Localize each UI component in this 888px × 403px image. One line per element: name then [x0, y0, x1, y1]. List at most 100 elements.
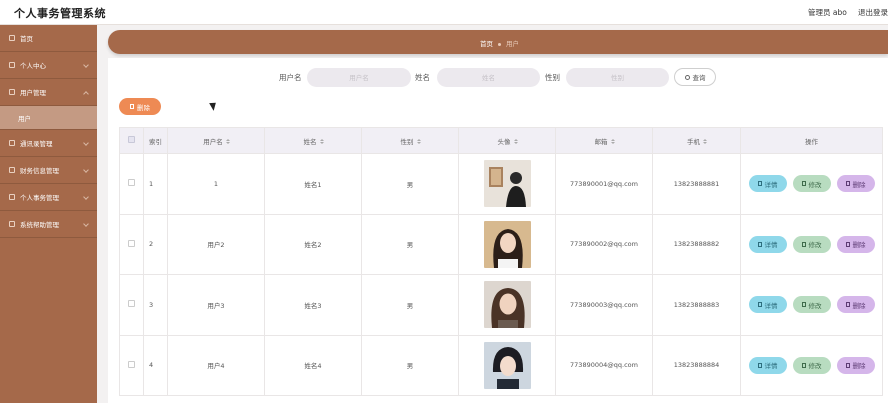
header-email-label: 邮箱 — [594, 137, 608, 146]
sidebar-item-home[interactable]: 首页 — [0, 25, 97, 52]
header-phone-label: 手机 — [687, 137, 700, 146]
sort-icon — [319, 139, 324, 144]
row-email: 773890004@qq.com — [555, 334, 653, 396]
row-checkbox[interactable] — [128, 179, 135, 187]
sidebar-item-affairs[interactable]: 个人事务管理 — [0, 184, 97, 211]
breadcrumb: 首页 用户 — [480, 38, 519, 48]
edit-label: 修改 — [808, 301, 822, 310]
select-all-checkbox[interactable] — [128, 136, 135, 143]
detail-button[interactable]: 详情 — [748, 175, 787, 193]
detail-label: 详情 — [764, 180, 778, 189]
avatar-image[interactable] — [483, 220, 531, 268]
table-row: 2 用户2 姓名2 男 773890002@qq.com 13823888882… — [119, 213, 883, 275]
query-button[interactable]: 查询 — [674, 68, 716, 86]
user-icon — [9, 62, 15, 68]
help-icon — [9, 221, 15, 227]
row-gender: 男 — [361, 274, 459, 336]
trash-icon — [845, 181, 850, 187]
row-phone: 13823888883 — [652, 274, 741, 336]
detail-icon — [757, 181, 762, 187]
avatar-image[interactable] — [483, 281, 531, 329]
name-input[interactable] — [437, 68, 540, 87]
gender-input[interactable] — [566, 68, 669, 87]
detail-button[interactable]: 详情 — [748, 235, 787, 253]
sidebar-item-personal-center[interactable]: 个人中心 — [0, 52, 97, 79]
row-phone: 13823888881 — [652, 153, 741, 215]
chevron-down-icon — [83, 62, 89, 68]
delete-button[interactable]: 删除 — [836, 296, 875, 314]
header-index: 索引 — [143, 127, 168, 154]
row-email: 773890001@qq.com — [555, 153, 653, 215]
row-actions: 详情 修改 删除 — [740, 213, 883, 275]
row-checkbox[interactable] — [128, 239, 135, 247]
select-all-cell — [119, 127, 144, 154]
header-avatar-label: 头像 — [497, 137, 511, 146]
row-username: 用户2 — [167, 213, 265, 275]
row-checkbox[interactable] — [128, 300, 135, 308]
row-email: 773890002@qq.com — [555, 213, 653, 275]
logout-link[interactable]: 退出登录 — [858, 7, 888, 18]
row-name: 姓名4 — [264, 334, 362, 396]
edit-button[interactable]: 修改 — [792, 296, 831, 314]
row-checkbox[interactable] — [128, 360, 135, 368]
edit-icon — [801, 302, 806, 308]
name-label: 姓名 — [415, 73, 430, 82]
avatar-image[interactable] — [483, 160, 531, 208]
row-index: 4 — [143, 334, 168, 396]
query-button-label: 查询 — [692, 74, 706, 82]
row-index: 1 — [143, 153, 168, 215]
breadcrumb-home[interactable]: 首页 — [480, 40, 493, 48]
edit-button[interactable]: 修改 — [792, 356, 831, 374]
gender-label: 性别 — [545, 73, 560, 82]
delete-button[interactable]: 删除 — [836, 356, 875, 374]
sidebar-item-label: 个人事务管理 — [20, 194, 59, 202]
edit-button[interactable]: 修改 — [792, 235, 831, 253]
table-row: 1 1 姓名1 男 773890001@qq.com 13823888881 详… — [119, 153, 883, 215]
row-select-cell — [119, 274, 144, 336]
edit-icon — [801, 181, 806, 187]
sidebar-item-user-management[interactable]: 用户管理 — [0, 79, 97, 106]
contacts-icon — [9, 140, 15, 146]
row-name: 姓名3 — [264, 274, 362, 336]
header-phone[interactable]: 手机 — [652, 127, 741, 154]
sidebar: 首页 个人中心 用户管理 用户 通讯录管理 财务信息管理 个人事务管理 系统帮助… — [0, 25, 97, 403]
detail-icon — [757, 241, 762, 247]
search-icon — [684, 74, 690, 80]
header-avatar[interactable]: 头像 — [458, 127, 556, 154]
sidebar-item-contacts[interactable]: 通讯录管理 — [0, 130, 97, 157]
header-name[interactable]: 姓名 — [264, 127, 362, 154]
row-avatar-cell — [458, 153, 556, 215]
edit-button[interactable]: 修改 — [792, 175, 831, 193]
trash-icon — [130, 104, 134, 109]
row-actions: 详情 修改 删除 — [740, 274, 883, 336]
sidebar-item-label: 财务信息管理 — [20, 167, 59, 175]
header-username[interactable]: 用户名 — [167, 127, 265, 154]
sidebar-item-label: 首页 — [20, 35, 33, 43]
header-email[interactable]: 邮箱 — [555, 127, 653, 154]
delete-label: 删除 — [852, 241, 866, 250]
row-actions: 详情 修改 删除 — [740, 153, 883, 215]
detail-button[interactable]: 详情 — [748, 356, 787, 374]
delete-button[interactable]: 删除 — [836, 175, 875, 193]
finance-icon — [9, 167, 15, 173]
delete-button[interactable]: 删除 — [836, 235, 875, 253]
sidebar-item-finance[interactable]: 财务信息管理 — [0, 157, 97, 184]
row-gender: 男 — [361, 153, 459, 215]
users-table: 索引 用户名 姓名 性别 头像 邮箱 手机 操作 1 1 姓名1 男 77389… — [119, 127, 883, 396]
header-gender[interactable]: 性别 — [361, 127, 459, 154]
sidebar-item-label: 用户管理 — [20, 89, 46, 97]
chevron-up-icon — [83, 91, 89, 97]
sidebar-item-help[interactable]: 系统帮助管理 — [0, 211, 97, 238]
home-icon — [9, 35, 15, 41]
sidebar-item-label: 个人中心 — [20, 62, 46, 70]
sidebar-subitem-users[interactable]: 用户 — [0, 106, 97, 130]
chevron-down-icon — [83, 221, 89, 227]
username-input[interactable] — [307, 68, 411, 87]
detail-label: 详情 — [764, 241, 778, 250]
detail-button[interactable]: 详情 — [748, 296, 787, 314]
bulk-delete-button[interactable]: 删除 — [119, 98, 161, 115]
avatar-image[interactable] — [483, 341, 531, 389]
row-gender: 男 — [361, 334, 459, 396]
breadcrumb-current: 用户 — [506, 40, 519, 48]
delete-label: 删除 — [852, 362, 866, 371]
